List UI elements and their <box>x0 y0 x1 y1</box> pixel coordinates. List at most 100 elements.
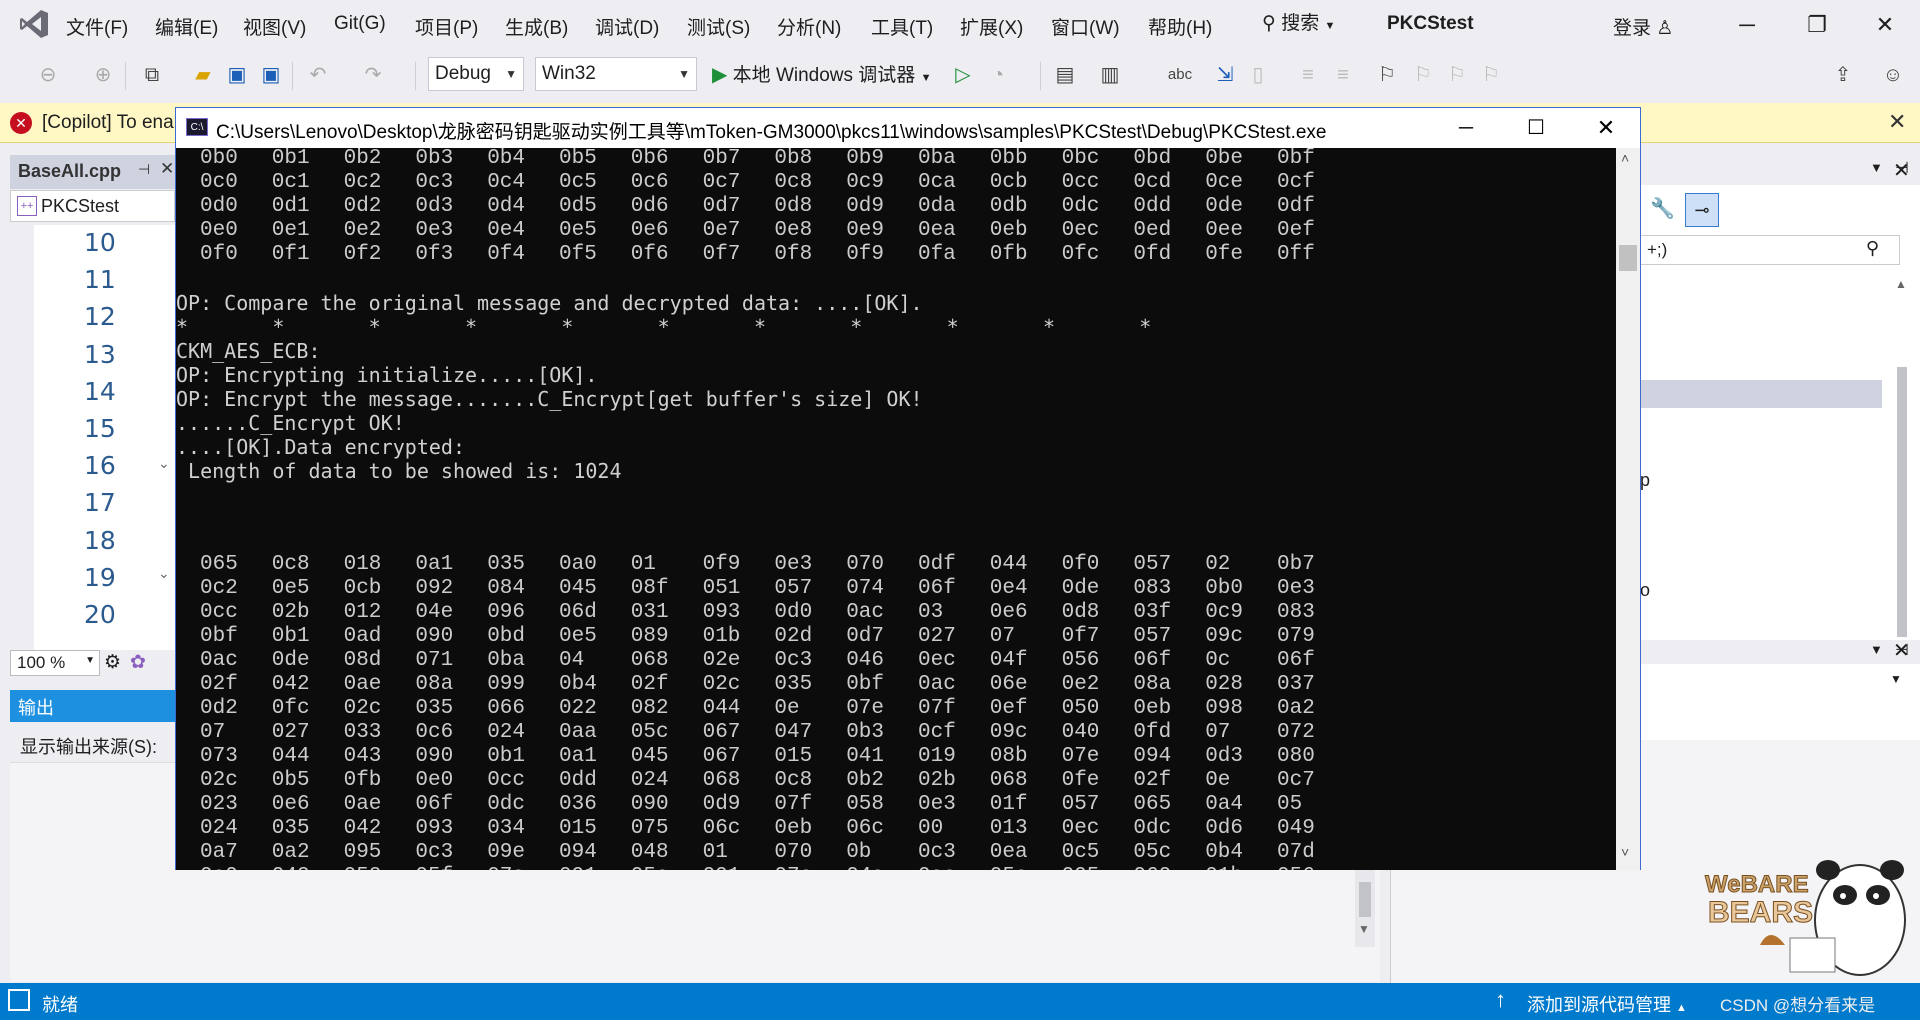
search-button[interactable]: ⚲ 搜索 ▼ <box>1262 8 1335 35</box>
mascot-watermark-image: WeBARE BEARS <box>1705 860 1906 976</box>
document-tab[interactable]: BaseAll.cpp ⊣ ✕ <box>10 155 175 189</box>
console-title-bar[interactable]: C:\ C:\Users\Lenovo\Desktop\龙脉密码钥匙驱动实例工具… <box>176 108 1640 148</box>
hex-value: 060 <box>1133 865 1171 870</box>
menu-item[interactable]: 窗口(W) <box>1051 13 1120 40</box>
platform-select[interactable]: Win32 ▼ <box>535 57 697 91</box>
back-icon[interactable]: ⊖ <box>35 60 61 90</box>
menu-item[interactable]: 文件(F) <box>66 13 128 40</box>
scroll-up-icon[interactable]: ▲ <box>1895 277 1907 291</box>
console-window[interactable]: C:\ C:\Users\Lenovo\Desktop\龙脉密码钥匙驱动实例工具… <box>175 107 1641 870</box>
toggle-icon[interactable]: ⊸ <box>1685 193 1719 227</box>
dropdown-icon[interactable]: ▼ <box>1870 642 1883 657</box>
pin-icon[interactable]: ⊣ <box>138 161 150 178</box>
close-button[interactable]: ✕ <box>1865 8 1905 42</box>
console-close-button[interactable]: ✕ <box>1586 112 1626 144</box>
properties-scrollbar[interactable]: ▲ <box>1893 277 1911 637</box>
menu-item[interactable]: 分析(N) <box>777 13 841 40</box>
hex-value: 02e <box>702 649 741 672</box>
close-tab-icon[interactable]: ✕ <box>160 159 174 179</box>
menu-item[interactable]: 测试(S) <box>687 13 750 40</box>
menu-item[interactable]: 调试(D) <box>595 13 659 40</box>
find-in-files-icon[interactable]: ▤ <box>1052 60 1078 90</box>
configuration-select[interactable]: Debug ▼ <box>428 57 524 91</box>
menu-item[interactable]: 编辑(E) <box>155 13 218 40</box>
share-icon[interactable]: ⇪ <box>1830 60 1856 90</box>
search-icon: ⚲ <box>1262 13 1276 34</box>
bookmark-icon[interactable]: ⚐ <box>1374 60 1400 90</box>
menu-item[interactable]: 视图(V) <box>243 13 306 40</box>
spell-check-icon[interactable]: abc <box>1165 60 1195 90</box>
console-minimize-button[interactable]: ─ <box>1446 112 1486 144</box>
search-icon: ⚲ <box>1865 238 1879 258</box>
undo-icon[interactable]: ↶ <box>305 60 331 90</box>
close-panel-icon[interactable]: ✕ <box>1893 638 1910 663</box>
save-all-icon[interactable]: ▣ <box>258 60 284 90</box>
scroll-down-icon[interactable]: ˅ <box>1621 844 1629 860</box>
forward-icon[interactable]: ⊕ <box>90 60 116 90</box>
wrench-icon[interactable]: 🔧 <box>1650 196 1675 221</box>
hex-value: 0e4 <box>989 577 1028 600</box>
menu-item[interactable]: 帮助(H) <box>1148 13 1212 40</box>
collapse-icon[interactable]: ⌄ <box>158 455 170 472</box>
hex-value: 0f9 <box>846 243 884 266</box>
issues-icon[interactable]: ⚙ <box>104 651 121 674</box>
outdent-icon[interactable]: ≡ <box>1295 60 1321 90</box>
line-number: 17 <box>84 488 116 518</box>
save-icon[interactable]: ▣ <box>224 60 250 90</box>
feedback-icon[interactable]: ☺ <box>1880 60 1906 90</box>
menu-item[interactable]: Git(G) <box>334 13 386 35</box>
minimize-button[interactable]: ─ <box>1727 8 1767 42</box>
hex-value: 0d3 <box>1205 745 1243 768</box>
menu-item[interactable]: 项目(P) <box>415 13 478 40</box>
cursor-icon[interactable]: ⇲ <box>1212 60 1238 90</box>
menu-item[interactable]: 工具(T) <box>871 13 933 40</box>
console-scrollbar[interactable]: ˄ ˅ <box>1616 148 1640 870</box>
hex-value: 0c9 <box>1205 601 1243 624</box>
console-maximize-button[interactable]: ☐ <box>1516 112 1556 144</box>
scroll-down-icon[interactable]: ▼ <box>1358 922 1370 936</box>
status-bar: 就绪 ↑ 添加到源代码管理 ▲ CSDN @想分看来是 <box>0 983 1920 1020</box>
redo-icon[interactable]: ↷ <box>360 60 386 90</box>
menu-item[interactable]: 生成(B) <box>505 13 568 40</box>
project-navigation-dropdown[interactable]: ++ PKCStest <box>10 190 175 222</box>
hex-value: 057 <box>1133 553 1172 576</box>
scrollbar-thumb[interactable] <box>1619 245 1637 271</box>
sign-in-link[interactable]: 登录 ♙ <box>1613 13 1673 40</box>
console-line: OP: Encrypt the message.......C_Encrypt[… <box>176 387 923 411</box>
close-infobar-icon[interactable]: ✕ <box>1888 109 1906 135</box>
copy-icon[interactable]: ▯ <box>1245 60 1271 90</box>
menu-item[interactable]: 扩展(X) <box>960 13 1023 40</box>
output-source-bar: 显示输出来源(S): <box>10 725 175 761</box>
start-without-debugging-icon[interactable]: ▷ <box>950 60 976 90</box>
hex-value: 047 <box>774 721 813 744</box>
hot-reload-icon[interactable]: ◔ <box>985 60 1011 90</box>
hex-value: 0b9 <box>846 148 884 170</box>
chevron-down-icon[interactable]: ▼ <box>1890 672 1902 686</box>
collapse-icon[interactable]: ⌄ <box>158 565 170 582</box>
scrollbar-thumb[interactable] <box>1359 882 1371 917</box>
start-debugging-button[interactable]: ▶ 本地 Windows 调试器 ▼ <box>712 60 931 90</box>
scroll-up-icon[interactable]: ˄ <box>1621 150 1629 166</box>
open-folder-icon[interactable]: ▰ <box>190 60 216 90</box>
property-search-input[interactable]: +;) ⚲ <box>1640 235 1900 265</box>
prev-bookmark-icon[interactable]: ⚐ <box>1410 60 1436 90</box>
new-project-icon[interactable]: ⧉ <box>137 60 167 90</box>
hex-value: 094 <box>1133 745 1172 768</box>
intellicode-icon[interactable]: ✿ <box>130 651 146 674</box>
solution-explorer-icon[interactable]: ▥ <box>1097 60 1123 90</box>
restore-button[interactable]: ❐ <box>1797 8 1837 42</box>
zoom-select[interactable]: 100 % ▼ <box>10 650 100 676</box>
selected-row[interactable] <box>1640 380 1882 408</box>
close-panel-icon[interactable]: ✕ <box>1893 158 1910 183</box>
clear-bookmarks-icon[interactable]: ⚐ <box>1478 60 1504 90</box>
hex-value: 01 <box>702 841 728 864</box>
hex-value: 082 <box>630 697 669 720</box>
scrollbar-thumb[interactable] <box>1897 367 1907 637</box>
indent-icon[interactable]: ≡ <box>1330 60 1356 90</box>
hex-value: 0dd <box>1133 195 1172 218</box>
hex-value: 02c <box>702 673 741 696</box>
hex-value: 090 <box>630 793 669 816</box>
dropdown-icon[interactable]: ▼ <box>1870 160 1883 175</box>
add-to-source-control-button[interactable]: 添加到源代码管理 ▲ <box>1527 991 1687 1017</box>
next-bookmark-icon[interactable]: ⚐ <box>1444 60 1470 90</box>
